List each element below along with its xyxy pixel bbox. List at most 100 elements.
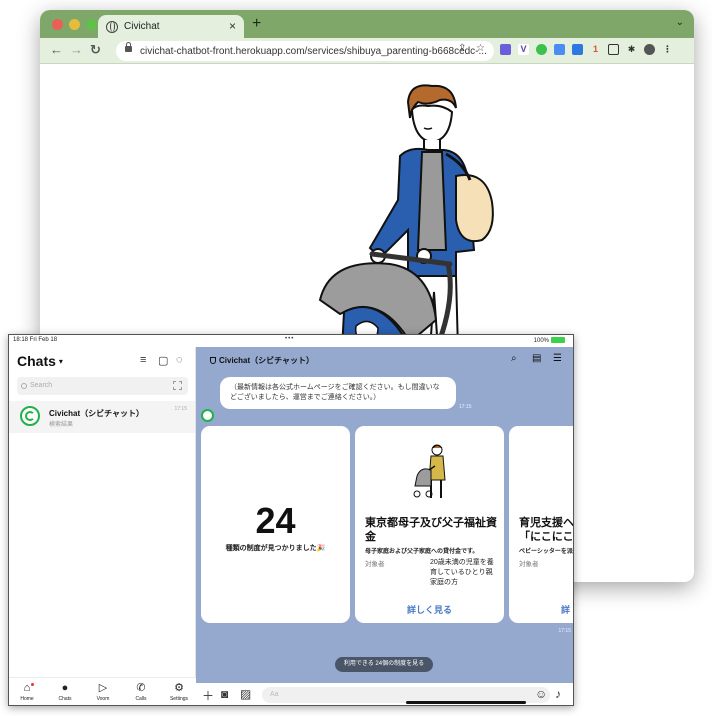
message-placeholder: Aa	[270, 691, 279, 698]
emoji-icon[interactable]: ☺	[535, 687, 547, 701]
shield-icon	[210, 357, 216, 364]
civichat-logo-icon	[20, 406, 40, 426]
nav-home[interactable]: ⌂ Home	[12, 681, 42, 702]
chat-subtitle: 検索結果	[49, 422, 74, 428]
status-bar: 18:18 Fri Feb 18 ••• 100%	[9, 335, 573, 347]
nav-calls-label: Calls	[135, 696, 147, 702]
parent-with-stroller-thumbnail	[413, 444, 446, 498]
tab-civichat[interactable]: Civichat ×	[98, 15, 244, 38]
badge-extension-icon[interactable]: 1	[590, 44, 601, 55]
ipad-screenshot: 18:18 Fri Feb 18 ••• 100% Chats ▾ ≡ ▢ ◌ S…	[8, 334, 574, 706]
chat-title-text: Civichat（シビチャット）	[219, 356, 315, 365]
globe-icon	[106, 20, 118, 33]
quick-reply-button[interactable]: 利用できる 24個の制度を見る	[335, 657, 433, 672]
battery-icon	[551, 337, 565, 343]
nav-voom-label: Voom	[96, 696, 110, 702]
puzzle-extensions-icon[interactable]: ✱	[626, 44, 637, 55]
notification-dot	[31, 683, 34, 686]
target-label: 対象者	[365, 561, 385, 568]
filter-icon[interactable]: ≡	[140, 354, 146, 366]
nav-voom[interactable]: ▷ Voom	[88, 681, 118, 702]
v-extension-icon[interactable]: V	[518, 44, 529, 55]
tab-bar: Civichat × + ⌄	[40, 10, 694, 38]
nav-home-label: Home	[20, 696, 34, 702]
microphone-icon[interactable]: ♪	[555, 687, 561, 701]
open-chat-icon[interactable]: ◌	[176, 354, 183, 366]
multitask-dots[interactable]: •••	[285, 336, 294, 342]
phone-icon: ✆	[136, 682, 146, 694]
chevron-down-icon[interactable]: ⌄	[676, 17, 684, 28]
chat-time: 17:15	[174, 406, 187, 412]
tab-title: Civichat	[124, 21, 160, 32]
green-extension-icon[interactable]	[536, 44, 547, 55]
tab-close-button[interactable]: ×	[229, 19, 236, 33]
nav-chats[interactable]: ● Chats	[50, 681, 80, 702]
back-button[interactable]: ←	[50, 42, 63, 57]
forward-button[interactable]: →	[70, 42, 83, 57]
program-title: 東京都母子及び父子福祉資金	[365, 517, 497, 543]
home-indicator	[406, 701, 526, 704]
lock-icon	[125, 42, 132, 52]
chat-header: Civichat（シビチャット） ⌕ ▤ ☰	[196, 347, 573, 371]
menu-kebab-icon[interactable]: ⋮	[662, 44, 673, 55]
minimize-window-button[interactable]	[69, 19, 80, 30]
close-window-button[interactable]	[52, 19, 63, 30]
chevron-down-icon: ▾	[58, 357, 63, 366]
new-chat-icon[interactable]: ▢	[158, 354, 168, 367]
bottom-nav: ⌂ Home ● Chats ▷ Voom ✆ Calls ⚙ Settings	[9, 677, 196, 705]
program-description: 母子家庭および父子家庭への貸付金です。	[365, 549, 479, 555]
search-icon	[21, 383, 27, 389]
profile-avatar[interactable]	[644, 44, 655, 55]
docs-extension-icon[interactable]	[572, 44, 583, 55]
bot-avatar[interactable]	[201, 409, 214, 422]
home-icon: ⌂	[23, 682, 31, 694]
qr-scan-icon[interactable]	[173, 381, 182, 390]
sidepanel-icon[interactable]	[608, 44, 619, 55]
url-text: civichat-chatbot-front.herokuapp.com/ser…	[140, 45, 487, 57]
plus-icon[interactable]: ＋	[202, 687, 214, 704]
chat-pane: Civichat（シビチャット） ⌕ ▤ ☰ （最新情報は各公式ホームページをご…	[196, 347, 573, 705]
chat-bubble-icon: ●	[61, 682, 69, 694]
result-count-subtitle: 種類の制度が見つかりました🎉	[225, 545, 326, 552]
nav-settings-label: Settings	[169, 696, 189, 702]
search-input[interactable]: Search	[17, 377, 188, 395]
maximize-window-button[interactable]	[86, 19, 97, 30]
bookmark-star-icon[interactable]: ☆	[476, 43, 485, 54]
chats-title-label: Chats	[17, 353, 56, 369]
calendar-extension-icon[interactable]	[500, 44, 511, 55]
chat-list-item-civichat[interactable]: Civichat（シビチャット） 検索結果 17:15	[9, 401, 195, 433]
result-count-card[interactable]: 24 種類の制度が見つかりました🎉	[201, 426, 350, 623]
address-bar[interactable]: civichat-chatbot-front.herokuapp.com/ser…	[116, 41, 494, 61]
parent-with-stroller-illustration	[318, 84, 494, 350]
share-icon[interactable]: ⇪	[458, 43, 466, 54]
cards-time: 17:15	[558, 628, 571, 634]
chats-title[interactable]: Chats ▾	[17, 353, 63, 369]
details-link[interactable]: 詳	[561, 603, 570, 616]
target-label: 対象者	[519, 561, 539, 568]
play-icon: ▷	[98, 682, 108, 694]
blue-extension-icon[interactable]	[554, 44, 565, 55]
program-card-partial[interactable]: 育児支援ヘル 「にこにこす ベビーシッターを派 対象者 詳	[509, 426, 573, 623]
reload-button[interactable]: ↻	[90, 42, 101, 58]
nav-calls[interactable]: ✆ Calls	[126, 681, 156, 702]
program-card[interactable]: 東京都母子及び父子福祉資金 母子家庭および父子家庭への貸付金です。 対象者 20…	[355, 426, 504, 623]
notes-icon[interactable]: ▤	[532, 353, 541, 364]
target-value: 20歳未満の児童を養育しているひとり親家庭の方	[430, 559, 494, 586]
search-icon[interactable]: ⌕	[511, 353, 517, 364]
image-icon[interactable]: ▨	[240, 687, 251, 701]
notice-message: （最新情報は各公式ホームページをご確認ください。もし間違いなどございましたら、運…	[220, 377, 456, 409]
result-count: 24	[255, 500, 296, 541]
gear-icon: ⚙	[174, 682, 184, 694]
nav-settings[interactable]: ⚙ Settings	[164, 681, 194, 702]
details-link[interactable]: 詳しく見る	[355, 603, 504, 616]
menu-icon[interactable]: ☰	[553, 353, 562, 364]
battery-percent: 100%	[533, 338, 549, 344]
chats-sidebar: Chats ▾ ≡ ▢ ◌ Search Civichat（シビチャット） 検索結…	[9, 347, 196, 705]
chat-title: Civichat（シビチャット）	[210, 355, 314, 366]
status-time: 18:18 Fri Feb 18	[13, 337, 58, 343]
chat-name: Civichat（シビチャット）	[49, 409, 145, 418]
program-description: ベビーシッターを派	[519, 549, 573, 555]
new-tab-button[interactable]: +	[252, 15, 261, 33]
browser-toolbar: ← → ↻ civichat-chatbot-front.herokuapp.c…	[40, 38, 694, 64]
camera-icon[interactable]: ◙	[221, 687, 228, 701]
